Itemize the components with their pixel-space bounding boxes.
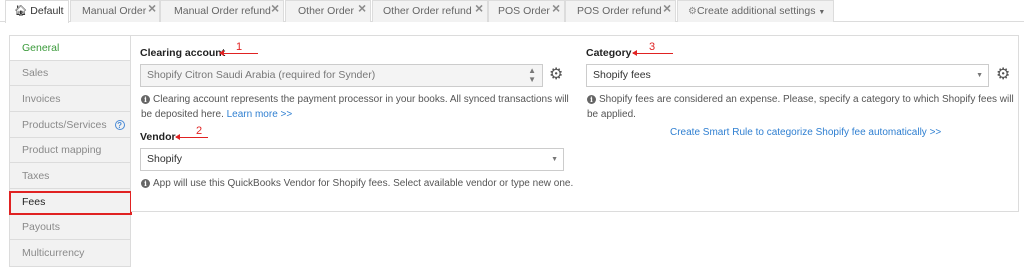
help-icon[interactable]: ? [114,120,125,130]
sidebar-item-label: Invoices [22,93,61,105]
clearing-help-text: Clearing account represents the payment … [141,94,569,120]
close-icon[interactable]: × [358,1,366,18]
tab-manual-order-refund[interactable]: Manual Order refund × [160,0,284,22]
close-icon[interactable]: × [663,1,671,18]
category-label: Category [586,47,632,59]
clearing-account-help: i Clearing account represents the payment… [141,92,571,122]
tab-manual-order-refund-label: Manual Order refund [174,5,271,17]
close-icon[interactable]: × [475,1,483,18]
category-help: i Shopify fees are considered an expense.… [587,92,1017,122]
caret-down-icon: ▼ [551,156,558,163]
sidebar-item-label: Sales [22,67,49,79]
sidebar-item-label: Products/Services [22,119,107,131]
annotation-number: 3 [649,41,656,53]
close-icon[interactable]: × [148,1,156,18]
vendor-value: Shopify [147,153,183,165]
up-down-icon: ▲ ▼ [528,66,536,84]
annotation-number: 2 [196,125,203,137]
gear-icon: ⚙ [688,6,697,17]
sidebar-item-general[interactable]: General [10,36,130,61]
create-settings-label: Create additional settings [696,5,816,17]
tab-manual-order-label: Manual Order [82,5,147,17]
sidebar-item-taxes[interactable]: Taxes [10,164,130,189]
annotation-arrow [632,50,673,56]
settings-tab-bar: 🏠︎ Default Manual Order × Manual Order r… [0,0,1024,23]
category-select[interactable]: Shopify fees ▼ [586,64,989,87]
annotation-arrow [219,50,258,56]
sidebar-item-multicurrency[interactable]: Multicurrency [10,241,130,266]
sidebar-item-label: Multicurrency [22,247,85,259]
gear-icon[interactable]: ⚙ [996,67,1010,83]
caret-down-icon: ▼ [818,9,826,16]
sidebar-item-payouts[interactable]: Payouts [10,215,130,240]
vendor-label: Vendor [140,131,176,143]
tab-pos-order-label: POS Order [498,5,550,17]
tab-other-order-refund[interactable]: Other Order refund × [372,0,488,22]
caret-down-icon: ▼ [976,72,983,79]
tab-manual-order[interactable]: Manual Order × [70,0,160,22]
fees-highlight-box [9,191,132,215]
info-icon: i [141,95,150,104]
tab-default[interactable]: 🏠︎ Default [5,0,69,23]
tab-pos-order-refund-label: POS Order refund [577,5,662,17]
vendor-help: i App will use this QuickBooks Vendor for… [141,176,581,191]
info-icon: i [587,95,596,104]
tab-other-order[interactable]: Other Order × [285,0,371,22]
clearing-account-label: Clearing account [140,47,226,59]
tab-other-order-refund-label: Other Order refund [383,5,472,17]
gear-icon[interactable]: ⚙ [549,67,563,83]
clearing-account-value: Shopify Citron Saudi Arabia (required fo… [147,69,376,81]
category-help-text: Shopify fees are considered an expense. … [587,94,1014,120]
sidebar-item-sales[interactable]: Sales [10,61,130,86]
tab-default-label: Default [30,5,64,17]
annotation-number: 1 [236,41,243,53]
sidebar-item-label: Payouts [22,221,60,233]
sidebar-item-label: Product mapping [22,144,102,156]
clearing-account-select[interactable]: Shopify Citron Saudi Arabia (required fo… [140,64,543,87]
tab-other-order-label: Other Order [298,5,355,17]
settings-sidebar: General Sales Invoices Products/Services… [9,35,131,267]
sidebar-item-label: Taxes [22,170,50,182]
info-icon: i [141,179,150,188]
home-icon: 🏠︎ [14,5,28,17]
close-icon[interactable]: × [271,1,279,18]
learn-more-link[interactable]: Learn more >> [227,109,293,120]
create-smart-rule-link[interactable]: Create Smart Rule to categorize Shopify … [670,127,941,138]
vendor-select[interactable]: Shopify ▼ [140,148,564,171]
vendor-help-text: App will use this QuickBooks Vendor for … [153,178,574,189]
annotation-arrow [175,134,208,140]
sidebar-item-product-mapping[interactable]: Product mapping [10,138,130,163]
create-additional-settings-dropdown[interactable]: ⚙Create additional settings ▼ [677,0,834,22]
sidebar-item-products-services[interactable]: Products/Services? [10,113,130,138]
close-icon[interactable]: × [552,1,560,18]
tab-pos-order[interactable]: POS Order × [488,0,565,22]
category-value: Shopify fees [593,69,651,81]
sidebar-item-invoices[interactable]: Invoices [10,87,130,112]
sidebar-item-label: General [22,42,60,54]
tab-pos-order-refund[interactable]: POS Order refund × [565,0,676,22]
